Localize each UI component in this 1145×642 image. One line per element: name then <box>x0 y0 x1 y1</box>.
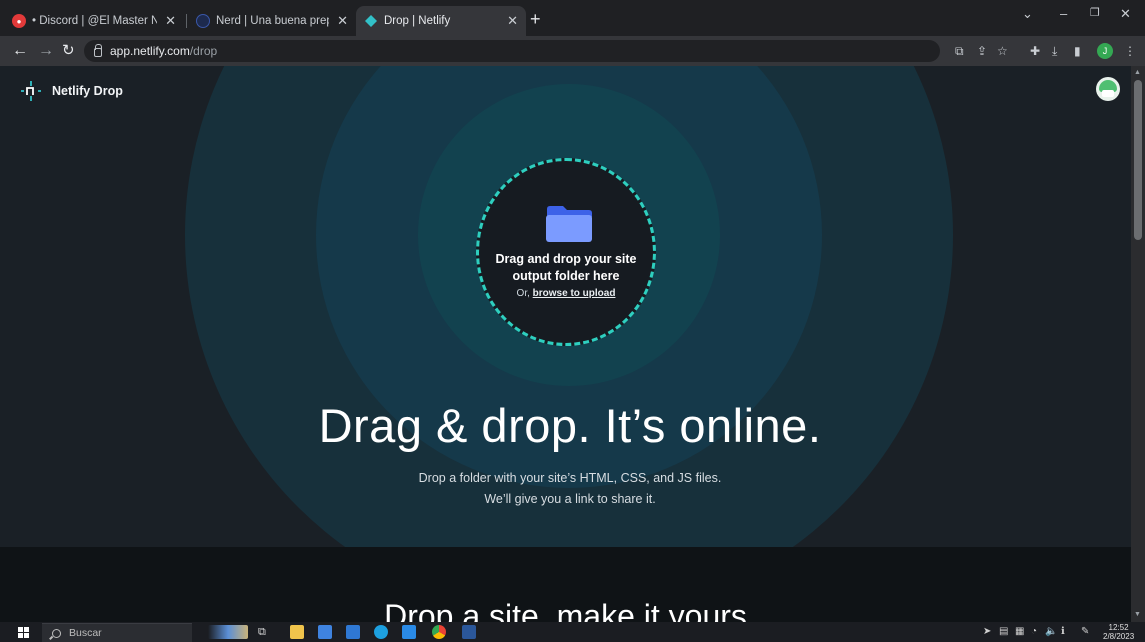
folder-icon <box>546 206 592 242</box>
vscode-icon[interactable] <box>402 625 416 639</box>
forward-icon[interactable]: → <box>38 41 54 61</box>
translate-icon[interactable]: ⧉ <box>955 44 964 58</box>
drop-zone-title: Drag and drop your site output folder he… <box>495 252 637 283</box>
close-tab-icon[interactable]: ✕ <box>507 13 518 29</box>
tab-nerd[interactable]: Nerd | Una buena preparación es ✕ <box>188 6 356 36</box>
tab-title: • Discord | @El Master Nacho <box>32 15 158 27</box>
discord-favicon-icon: ● <box>12 14 26 28</box>
profile-avatar[interactable]: J <box>1097 43 1113 59</box>
browser-tabstrip: ● • Discord | @El Master Nacho ✕ Nerd | … <box>0 0 1145 36</box>
hero-subtitle-line-2: We’ll give you a link to share it. <box>484 492 656 506</box>
page-scrollbar[interactable]: ▲ ▼ <box>1131 66 1145 622</box>
url-path: /drop <box>189 44 218 58</box>
side-panel-icon[interactable]: ▮ <box>1074 44 1081 58</box>
netlify-logo-icon <box>21 81 41 101</box>
hero-title: Drag & drop. It’s online. <box>318 399 822 452</box>
tab-discord[interactable]: ● • Discord | @El Master Nacho ✕ <box>4 6 184 36</box>
user-avatar[interactable] <box>1096 77 1120 101</box>
tray-volume-icon[interactable]: 🔈 <box>1045 626 1057 637</box>
browse-to-upload-link[interactable]: browse to upload <box>533 288 616 299</box>
windows-start-icon[interactable] <box>18 627 29 638</box>
netlify-favicon-icon <box>364 14 378 28</box>
back-icon[interactable]: ← <box>12 41 28 61</box>
windows-taskbar: Buscar ⧉ ➤ ▤ ▦ ◔ 🔈 ℹ ✎ 12:52 2/8/2023 <box>0 622 1145 642</box>
file-explorer-icon[interactable] <box>290 625 304 639</box>
store-icon[interactable] <box>318 625 332 639</box>
chrome-icon[interactable] <box>432 625 446 639</box>
tray-language-icon[interactable]: ℹ <box>1061 626 1065 637</box>
search-icon <box>52 628 61 638</box>
minimize-icon[interactable]: – <box>1060 6 1067 21</box>
scroll-up-icon[interactable]: ▲ <box>1134 69 1141 76</box>
restore-icon[interactable]: ❐ <box>1090 6 1100 19</box>
tab-divider <box>186 14 187 28</box>
download-icon[interactable]: ⤓ <box>1052 44 1057 58</box>
clock-date: 2/8/2023 <box>1103 632 1135 641</box>
lock-icon <box>94 43 102 57</box>
brand-label: Netlify Drop <box>52 84 123 98</box>
hero-subtitle-line-1: Drop a folder with your site’s HTML, CSS… <box>418 471 722 485</box>
new-tab-button[interactable]: + <box>530 10 541 28</box>
share-icon[interactable]: ⇪ <box>977 44 987 58</box>
nerd-favicon-icon <box>196 14 210 28</box>
close-window-icon[interactable]: ✕ <box>1120 6 1131 22</box>
search-placeholder: Buscar <box>69 627 102 639</box>
menu-kebab-icon[interactable]: ⋮ <box>1124 44 1136 58</box>
word-icon[interactable] <box>462 625 476 639</box>
task-view-icon[interactable]: ⧉ <box>258 625 272 639</box>
tray-network-icon[interactable]: ▦ <box>1015 626 1024 637</box>
or-prefix: Or, <box>516 288 530 299</box>
taskbar-clock[interactable]: 12:52 2/8/2023 <box>1103 623 1134 641</box>
page-viewport: Netlify Drop Drag and drop your site out… <box>0 66 1131 622</box>
section-title: Drop a site, make it yours <box>384 598 747 622</box>
browser-toolbar: ← → ↻ app.netlify.com/drop ⧉ ⇪ ☆ ✚ ⤓ ▮ J… <box>0 36 1145 66</box>
tray-wifi-icon[interactable]: ◔ <box>1031 626 1037 637</box>
tab-netlify-drop[interactable]: Drop | Netlify ✕ <box>356 6 526 36</box>
edge-icon[interactable] <box>374 625 388 639</box>
tab-search-icon[interactable]: ⌄ <box>1022 6 1033 22</box>
tray-app-icon[interactable]: ▤ <box>999 626 1008 637</box>
taskbar-search-input[interactable]: Buscar <box>42 623 192 642</box>
tray-pen-icon[interactable]: ✎ <box>1081 626 1089 637</box>
reload-icon[interactable]: ↻ <box>62 41 75 61</box>
tab-title: Nerd | Una buena preparación es <box>216 15 329 27</box>
tray-telegram-icon[interactable]: ➤ <box>983 626 991 637</box>
tab-title: Drop | Netlify <box>384 15 451 27</box>
close-tab-icon[interactable]: ✕ <box>165 13 176 29</box>
mail-icon[interactable] <box>346 625 360 639</box>
bookmark-star-icon[interactable]: ☆ <box>997 44 1008 58</box>
address-bar[interactable]: app.netlify.com/drop <box>84 40 940 62</box>
netlify-drop-logo[interactable]: Netlify Drop <box>20 80 123 102</box>
weather-widget-icon[interactable] <box>208 625 248 639</box>
url-host: app.netlify.com <box>110 44 190 58</box>
drop-zone-browse: Or, browse to upload <box>486 288 646 299</box>
scrollbar-thumb[interactable] <box>1134 80 1142 240</box>
clock-time: 12:52 <box>1108 623 1129 632</box>
close-tab-icon[interactable]: ✕ <box>337 13 348 29</box>
extensions-puzzle-icon[interactable]: ✚ <box>1030 44 1040 58</box>
scroll-down-icon[interactable]: ▼ <box>1134 611 1141 618</box>
